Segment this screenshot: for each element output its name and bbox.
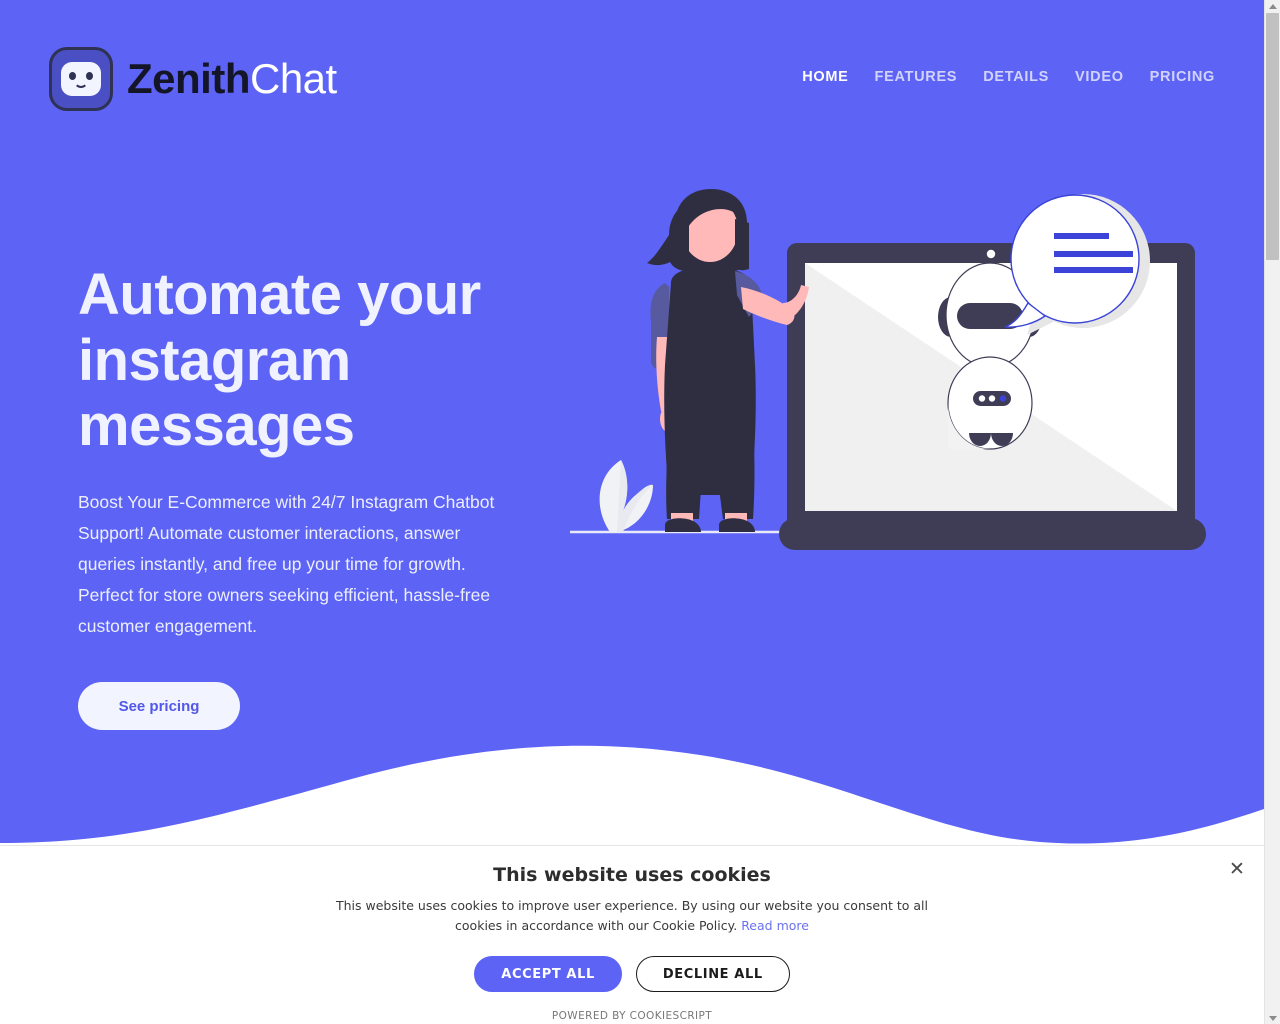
brand-name: ZenithChat xyxy=(127,58,337,100)
hero-illustration xyxy=(570,189,1206,550)
vertical-scrollbar[interactable] xyxy=(1264,0,1280,1024)
read-more-link[interactable]: Read more xyxy=(741,918,809,933)
leaf-decoration xyxy=(599,460,653,532)
woman-character xyxy=(647,189,809,532)
nav-item-pricing[interactable]: PRICING xyxy=(1150,69,1215,85)
nav-item-home[interactable]: HOME xyxy=(802,69,848,85)
chevron-up-icon[interactable] xyxy=(1265,0,1280,12)
accept-all-button[interactable]: ACCEPT ALL xyxy=(474,956,622,992)
cookie-banner-title: This website uses cookies xyxy=(493,864,771,886)
cookie-consent-banner: ✕ This website uses cookies This website… xyxy=(0,845,1264,1024)
cookie-banner-description-text: This website uses cookies to improve use… xyxy=(335,898,928,933)
cookie-banner-powered-by: POWERED BY COOKIESCRIPT xyxy=(551,1010,713,1022)
see-pricing-button[interactable]: See pricing xyxy=(78,682,240,731)
brand-name-primary: Zenith xyxy=(127,55,250,102)
brand-name-secondary: Chat xyxy=(249,55,337,102)
cookie-banner-description: This website uses cookies to improve use… xyxy=(312,896,952,936)
page-viewport: ZenithChat HOME FEATURES DETAILS VIDEO P… xyxy=(0,0,1264,1024)
browser-page: ZenithChat HOME FEATURES DETAILS VIDEO P… xyxy=(0,0,1280,1024)
main-navigation: HOME FEATURES DETAILS VIDEO PRICING xyxy=(802,47,1215,85)
scrollbar-thumb[interactable] xyxy=(1266,13,1279,260)
brand-logo[interactable]: ZenithChat xyxy=(49,47,337,111)
chevron-down-icon[interactable] xyxy=(1265,1012,1280,1024)
close-icon[interactable]: ✕ xyxy=(1223,855,1251,883)
hero-wave-divider xyxy=(0,745,1264,845)
hero-content: Automate your instagram messages Boost Y… xyxy=(78,262,548,731)
cookie-banner-actions: ACCEPT ALL DECLINE ALL xyxy=(0,956,1264,992)
hero-section: ZenithChat HOME FEATURES DETAILS VIDEO P… xyxy=(0,0,1264,845)
robot-face-icon xyxy=(49,47,113,111)
hero-title: Automate your instagram messages xyxy=(78,262,481,459)
nav-item-details[interactable]: DETAILS xyxy=(983,69,1049,85)
nav-item-features[interactable]: FEATURES xyxy=(875,69,958,85)
site-header: ZenithChat HOME FEATURES DETAILS VIDEO P… xyxy=(0,0,1264,158)
nav-item-video[interactable]: VIDEO xyxy=(1075,69,1124,85)
hero-subtitle: Boost Your E-Commerce with 24/7 Instagra… xyxy=(78,491,495,637)
decline-all-button[interactable]: DECLINE ALL xyxy=(635,956,790,992)
